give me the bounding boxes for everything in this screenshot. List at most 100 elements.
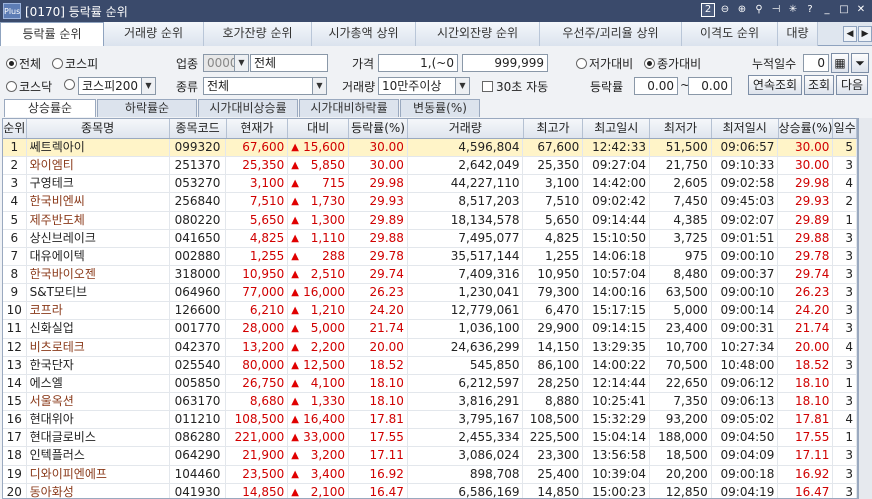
table-row[interactable]: 5 제주반도체 080220 5,650 ▲ 1,300 29.89 18,134,578 5,… bbox=[3, 211, 857, 230]
calendar-icon[interactable]: ▦ bbox=[831, 53, 849, 73]
col-rank[interactable]: 순위 bbox=[3, 119, 27, 138]
magnifier-icon[interactable]: ⚲ bbox=[752, 3, 766, 17]
tab-rate-rank[interactable]: 등락률 순위 bbox=[0, 22, 104, 46]
cell-high-time: 13:29:35 bbox=[583, 338, 650, 356]
table-row[interactable]: 3 구영테크 053270 3,100 ▲ 715 29.98 44,227,110 3,100… bbox=[3, 175, 857, 194]
cell-name: 인텍플러스 bbox=[27, 447, 170, 465]
radio-market-all[interactable]: 전체 bbox=[6, 55, 41, 72]
table-row[interactable]: 17 현대글로비스 086280 221,000 ▲ 33,000 17.55 2,455,3… bbox=[3, 429, 857, 448]
dropdown-arrow-icon[interactable]: ▼ bbox=[141, 78, 155, 94]
filter-icon[interactable]: ⏷ bbox=[851, 53, 869, 73]
col-up-rate[interactable]: 상승률(%) bbox=[779, 119, 834, 138]
help-icon[interactable]: ? bbox=[803, 3, 817, 17]
cell-code: 053270 bbox=[170, 175, 227, 193]
col-high-time[interactable]: 최고일시 bbox=[583, 119, 651, 138]
table-row[interactable]: 15 서울옥션 063170 8,680 ▲ 1,330 18.10 3,816,291 8,8… bbox=[3, 392, 857, 412]
radio-market-kospi[interactable]: 코스피 bbox=[52, 55, 98, 72]
tab-bulk[interactable]: 대량 bbox=[778, 22, 818, 46]
tab-marketcap[interactable]: 시가총액 상위 bbox=[312, 22, 416, 46]
table-row[interactable]: 11 신화실업 001770 28,000 ▲ 5,000 21.74 1,036,100 29… bbox=[3, 320, 857, 339]
table-row[interactable]: 2 와이엠티 251370 25,350 ▲ 5,850 30.00 2,642,049 25,… bbox=[3, 157, 857, 176]
tab-preferred[interactable]: 우선주/괴리율 상위 bbox=[540, 22, 682, 46]
cell-diff: ▲ 4,100 bbox=[288, 374, 350, 392]
zoom-in-icon[interactable]: ⊕ bbox=[735, 3, 749, 17]
tab-afterhours[interactable]: 시간외잔량 순위 bbox=[416, 22, 540, 46]
table-row[interactable]: 19 디와이피엔에프 104460 23,500 ▲ 3,400 16.92 898,708 2… bbox=[3, 465, 857, 484]
subtab-open-falling[interactable]: 시가대비하락률 bbox=[299, 99, 399, 117]
price-from-input[interactable]: 1,(~0 bbox=[378, 54, 458, 72]
industry-name-input[interactable]: 전체 bbox=[250, 54, 328, 72]
page-number-button[interactable]: 2 bbox=[701, 3, 715, 17]
dropdown-arrow-icon[interactable]: ▼ bbox=[234, 55, 248, 71]
radio-vs-low[interactable]: 저가대비 bbox=[576, 55, 633, 72]
radio-vs-close[interactable]: 종가대비 bbox=[644, 55, 701, 72]
table-row[interactable]: 13 한국단자 025540 80,000 ▲ 12,500 18.52 545,850 86,… bbox=[3, 356, 857, 375]
type-select[interactable]: 전체 ▼ bbox=[203, 77, 327, 95]
subtab-open-rising[interactable]: 시가대비상승률 bbox=[198, 99, 298, 117]
vertical-scrollbar[interactable] bbox=[858, 118, 872, 499]
col-low[interactable]: 최저가 bbox=[650, 119, 712, 138]
kospi200-select[interactable]: 코스피200 ▼ bbox=[78, 77, 156, 95]
table-row[interactable]: 20 동아화성 041930 14,850 ▲ 2,100 16.47 6,586,169 14… bbox=[3, 483, 857, 498]
table-row[interactable]: 1 쎄트렉아이 099320 67,600 ▲ 15,600 30.00 4,596,804 6… bbox=[3, 139, 857, 158]
rate-from-input[interactable]: 0.00 bbox=[634, 77, 678, 95]
subtab-volatility[interactable]: 변동률(%) bbox=[400, 99, 480, 117]
table-row[interactable]: 16 현대위아 011210 108,500 ▲ 16,400 17.81 3,795,167… bbox=[3, 411, 857, 430]
tab-next-icon[interactable]: ▶ bbox=[858, 26, 872, 42]
next-button[interactable]: 다음 bbox=[836, 75, 868, 95]
table-row[interactable]: 14 에스엘 005850 26,750 ▲ 4,100 18.10 6,212,597 28,… bbox=[3, 374, 857, 393]
col-volume[interactable]: 거래량 bbox=[408, 119, 524, 138]
industry-code-input[interactable]: 0000 ▼ bbox=[203, 54, 249, 72]
radio-market-kosdaq[interactable]: 코스닥 bbox=[6, 78, 52, 95]
cell-high: 28,250 bbox=[523, 374, 584, 392]
col-price[interactable]: 현재가 bbox=[227, 119, 289, 138]
auto-refresh-checkbox[interactable]: 30초 자동 bbox=[482, 78, 548, 95]
tab-disparity[interactable]: 이격도 순위 bbox=[682, 22, 778, 46]
zoom-out-icon[interactable]: ⊖ bbox=[718, 3, 732, 17]
col-high[interactable]: 최고가 bbox=[524, 119, 584, 138]
price-to-input[interactable]: 999,999 bbox=[462, 54, 548, 72]
col-diff[interactable]: 대비 bbox=[288, 119, 350, 138]
tab-bid-rank[interactable]: 호가잔량 순위 bbox=[204, 22, 312, 46]
table-row[interactable]: 8 한국바이오젠 318000 10,950 ▲ 2,510 29.74 7,409,316 1… bbox=[3, 265, 857, 285]
radio-market-kospi200[interactable] bbox=[64, 78, 77, 92]
col-days[interactable]: 일수 bbox=[833, 119, 857, 138]
continuous-query-button[interactable]: 연속조회 bbox=[748, 75, 802, 95]
table-row[interactable]: 12 비츠로테크 042370 13,200 ▲ 2,200 20.00 24,636,299… bbox=[3, 338, 857, 357]
table-row[interactable]: 18 인텍플러스 064290 21,900 ▲ 3,200 17.11 3,086,024 2… bbox=[3, 447, 857, 466]
table-row[interactable]: 10 코프라 126600 6,210 ▲ 1,210 24.20 12,779,061 6,4… bbox=[3, 302, 857, 321]
query-button[interactable]: 조회 bbox=[804, 75, 834, 95]
diff-value: 715 bbox=[322, 176, 346, 191]
cell-low: 188,000 bbox=[650, 429, 712, 447]
cell-high-time: 14:00:16 bbox=[583, 284, 650, 302]
col-rate[interactable]: 등락률(%) bbox=[349, 119, 408, 138]
table-row[interactable]: 7 대유에이텍 002880 1,255 ▲ 288 29.78 35,517,144 1,25… bbox=[3, 247, 857, 266]
settings-icon[interactable]: ✳ bbox=[786, 3, 800, 17]
cum-days-input[interactable]: 0 bbox=[803, 54, 829, 72]
table-row[interactable]: 9 S&T모티브 064960 77,000 ▲ 16,000 26.23 1,230,041… bbox=[3, 284, 857, 303]
maximize-icon[interactable]: □ bbox=[837, 3, 851, 17]
cell-low-time: 09:04:19 bbox=[712, 483, 779, 498]
close-icon[interactable]: ✕ bbox=[854, 3, 868, 17]
tab-volume-rank[interactable]: 거래량 순위 bbox=[104, 22, 204, 46]
col-name[interactable]: 종목명 bbox=[27, 119, 170, 138]
table-row[interactable]: 6 상신브레이크 041650 4,825 ▲ 1,110 29.88 7,495,077 4,… bbox=[3, 229, 857, 248]
cell-volume: 44,227,110 bbox=[408, 175, 524, 193]
col-code[interactable]: 종목코드 bbox=[170, 119, 227, 138]
subtab-rising[interactable]: 상승률순 bbox=[4, 99, 96, 117]
radio-dot-icon bbox=[52, 58, 63, 69]
cell-price: 7,510 bbox=[226, 193, 289, 211]
cell-high-time: 15:00:23 bbox=[583, 483, 650, 498]
pin-icon[interactable]: ⊣ bbox=[769, 3, 783, 17]
col-low-time[interactable]: 최저일시 bbox=[712, 119, 779, 138]
cell-days: 3 bbox=[833, 157, 857, 175]
tab-prev-icon[interactable]: ◀ bbox=[843, 26, 857, 42]
subtab-falling[interactable]: 하락률순 bbox=[97, 99, 197, 117]
dropdown-arrow-icon[interactable]: ▼ bbox=[312, 78, 326, 94]
volume-select[interactable]: 10만주이상 ▼ bbox=[378, 77, 470, 95]
diff-value: 1,330 bbox=[310, 393, 346, 408]
table-row[interactable]: 4 한국비엔씨 256840 7,510 ▲ 1,730 29.93 8,517,203 7,5… bbox=[3, 193, 857, 212]
minimize-icon[interactable]: _ bbox=[820, 3, 834, 17]
dropdown-arrow-icon[interactable]: ▼ bbox=[455, 78, 469, 94]
rate-to-input[interactable]: 0.00 bbox=[688, 77, 732, 95]
